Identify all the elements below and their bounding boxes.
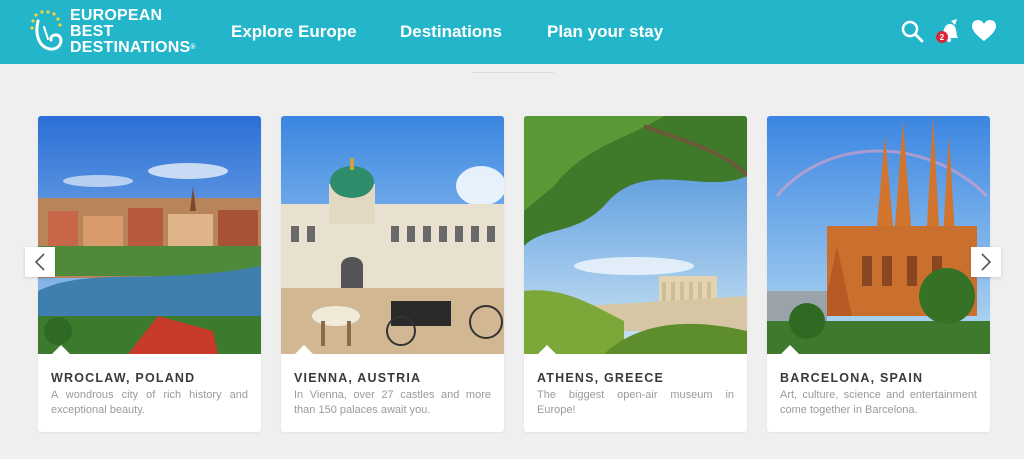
card-notch bbox=[295, 345, 313, 354]
card-image-wroclaw[interactable] bbox=[38, 116, 261, 354]
carousel-prev-button[interactable] bbox=[25, 247, 55, 277]
top-navigation-bar: European Best Destinations® Explore Euro… bbox=[0, 0, 1024, 64]
logo-text: European Best Destinations® bbox=[70, 8, 200, 56]
card-image-barcelona[interactable] bbox=[767, 116, 990, 354]
card-description: A wondrous city of rich history and exce… bbox=[51, 389, 248, 416]
notifications-button[interactable]: 2 bbox=[933, 16, 963, 46]
destination-card-vienna[interactable]: Vienna, Austria In Vienna, over 27 castl… bbox=[281, 116, 504, 432]
section-divider bbox=[472, 72, 554, 73]
card-notch bbox=[781, 345, 799, 354]
card-notch bbox=[538, 345, 556, 354]
logo-line-1: European Best bbox=[70, 7, 163, 40]
card-description: The biggest open-air museum in Europe! bbox=[537, 389, 734, 416]
destination-card-wroclaw[interactable]: Wroclaw, Poland A wondrous city of rich … bbox=[38, 116, 261, 432]
notification-count-badge: 2 bbox=[936, 31, 948, 43]
destination-card-barcelona[interactable]: Barcelona, Spain Art, culture, science a… bbox=[767, 116, 990, 432]
card-title[interactable]: Barcelona, Spain bbox=[780, 371, 923, 385]
card-description: In Vienna, over 27 castles and more than… bbox=[294, 389, 491, 416]
card-image-athens[interactable] bbox=[524, 116, 747, 354]
card-notch bbox=[52, 345, 70, 354]
card-description: Art, culture, science and entertainment … bbox=[780, 389, 977, 416]
logo-mark-icon bbox=[30, 9, 68, 55]
card-image-vienna[interactable] bbox=[281, 116, 504, 354]
destination-card-athens[interactable]: Athens, Greece The biggest open-air muse… bbox=[524, 116, 747, 432]
carousel-next-button[interactable] bbox=[971, 247, 1001, 277]
site-logo[interactable]: European Best Destinations® bbox=[30, 8, 200, 56]
favorites-button[interactable] bbox=[969, 16, 999, 46]
card-title[interactable]: Wroclaw, Poland bbox=[51, 371, 195, 385]
nav-plan-your-stay[interactable]: Plan your stay bbox=[547, 0, 663, 64]
registered-mark: ® bbox=[190, 44, 196, 51]
search-icon bbox=[901, 20, 924, 43]
chevron-left-icon bbox=[34, 253, 45, 271]
search-button[interactable] bbox=[897, 16, 927, 46]
heart-icon bbox=[972, 20, 996, 41]
chevron-right-icon bbox=[981, 253, 992, 271]
card-title[interactable]: Vienna, Austria bbox=[294, 371, 421, 385]
nav-explore-europe[interactable]: Explore Europe bbox=[231, 0, 357, 64]
card-title[interactable]: Athens, Greece bbox=[537, 371, 664, 385]
nav-destinations[interactable]: Destinations bbox=[400, 0, 502, 64]
logo-line-2: Destinations bbox=[70, 39, 191, 56]
